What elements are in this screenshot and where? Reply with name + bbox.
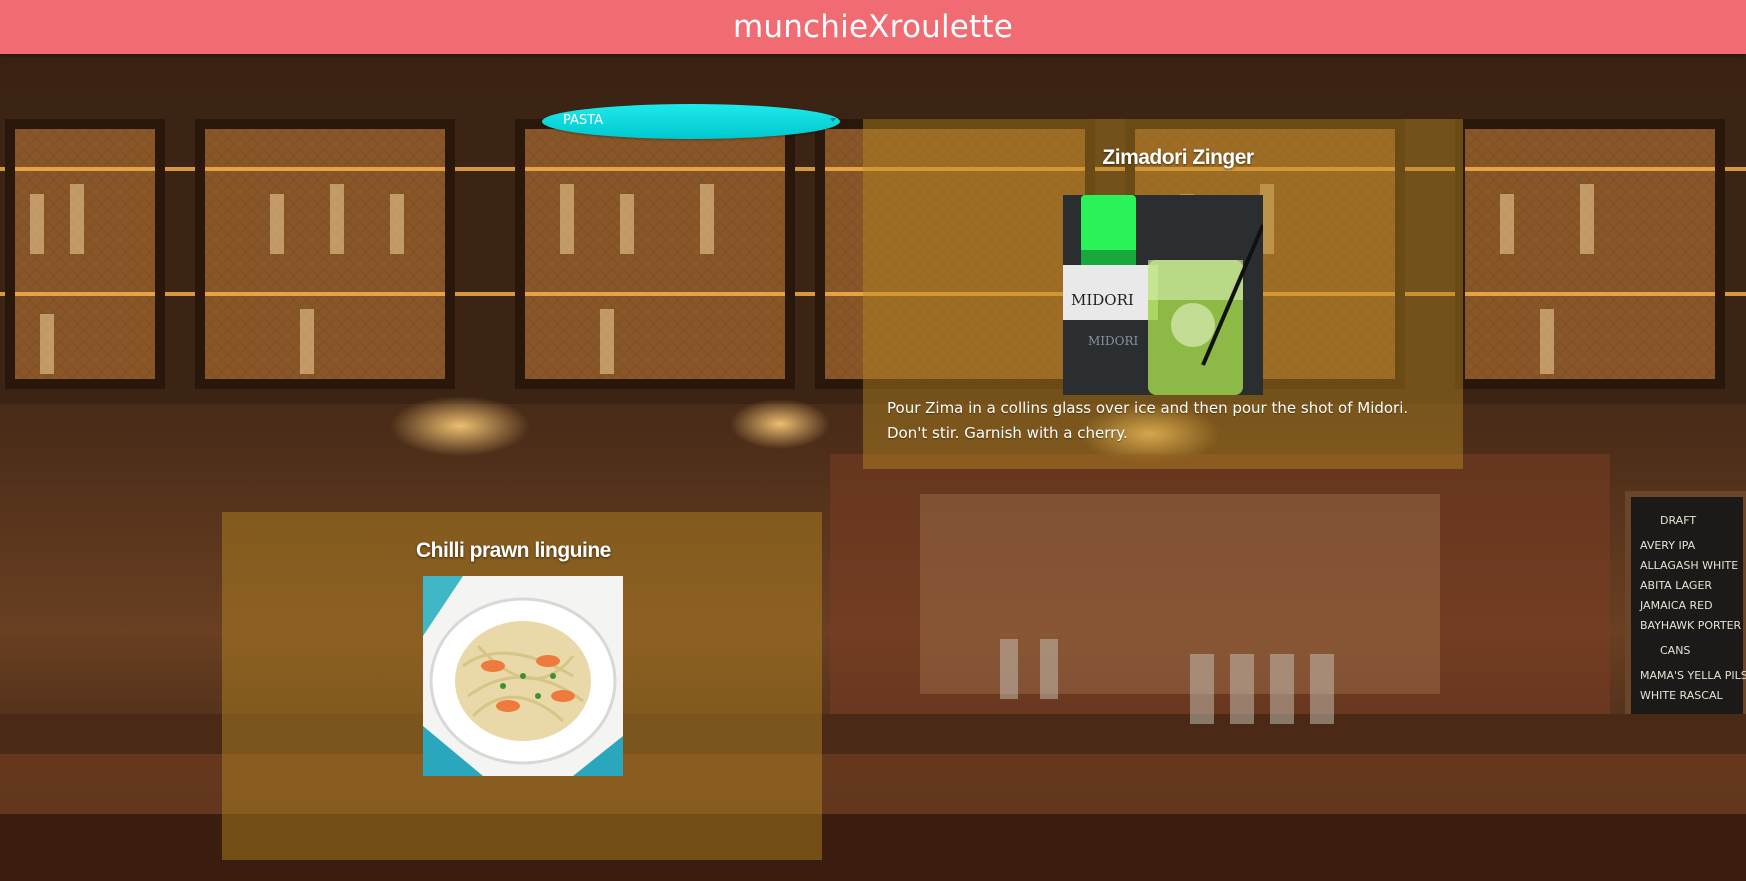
chevron-down-icon [830, 118, 836, 122]
svg-text:WHITE RASCAL: WHITE RASCAL [1640, 689, 1723, 702]
drink-photo-label-secondary: MIDORI [1088, 334, 1139, 348]
svg-text:BAYHAWK PORTER: BAYHAWK PORTER [1640, 619, 1742, 632]
food-title: Chilli prawn linguine [416, 539, 611, 562]
svg-text:AVERY IPA: AVERY IPA [1640, 539, 1696, 552]
svg-text:ABITA LAGER: ABITA LAGER [1640, 579, 1712, 592]
food-photo [423, 576, 623, 776]
drink-instructions: Pour Zima in a collins glass over ice an… [887, 399, 1409, 442]
svg-text:JAMAICA RED: JAMAICA RED [1639, 599, 1713, 612]
svg-text:CANS: CANS [1660, 644, 1690, 657]
app-title: munchieXroulette [732, 9, 1014, 45]
drink-card: Zimadori Zinger MIDORI MIDORI Pour Zima … [863, 119, 1463, 469]
drink-photo-label: MIDORI [1071, 291, 1134, 309]
drink-title: Zimadori Zinger [1102, 146, 1254, 169]
svg-text:MAMA'S YELLA PILS: MAMA'S YELLA PILS [1640, 669, 1746, 682]
app-header: munchieXroulette [0, 0, 1746, 54]
food-card: Chilli prawn linguine [222, 512, 822, 860]
drink-photo: MIDORI MIDORI [1063, 195, 1263, 395]
svg-text:DRAFT: DRAFT [1660, 514, 1696, 527]
svg-text:ALLAGASH WHITE: ALLAGASH WHITE [1640, 559, 1738, 572]
category-dropdown-value: PASTA [563, 113, 603, 128]
category-dropdown[interactable]: PASTA [542, 104, 840, 139]
